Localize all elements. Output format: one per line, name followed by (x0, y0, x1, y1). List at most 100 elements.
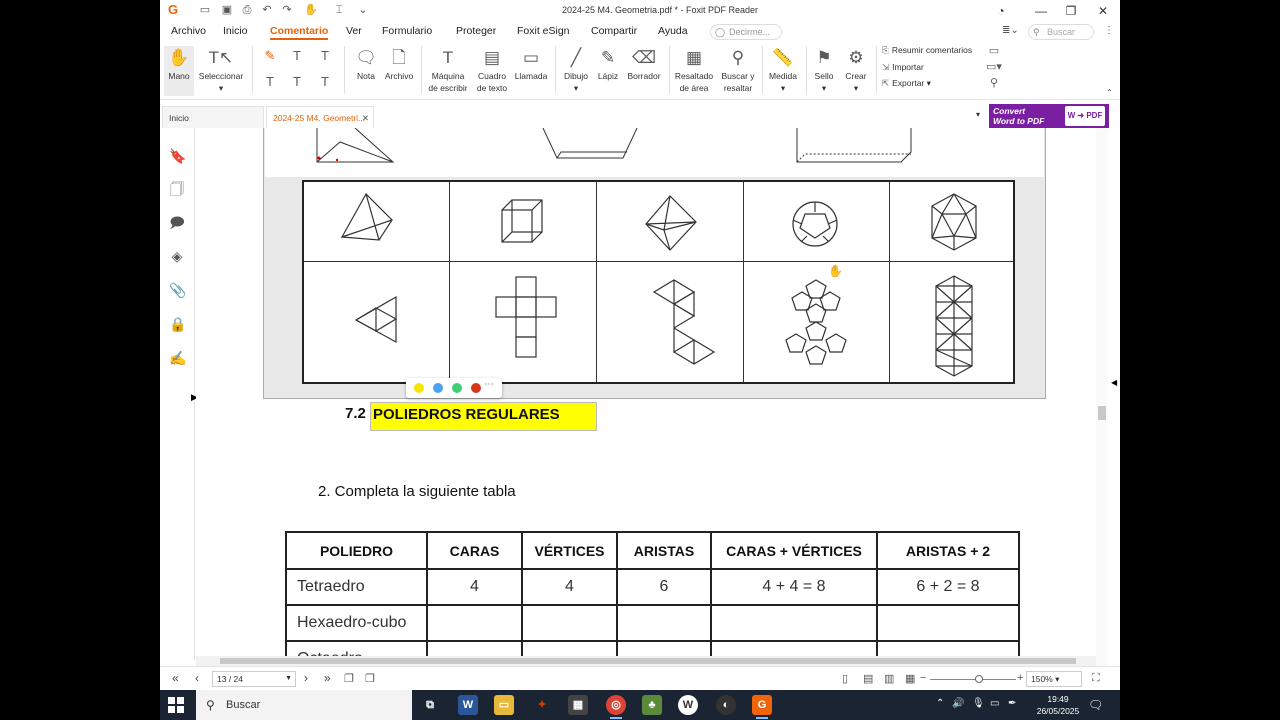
last-page-icon[interactable]: » (324, 671, 331, 685)
menu-proteger[interactable]: Proteger (456, 25, 496, 37)
replace-text-icon[interactable]: T (289, 74, 305, 89)
attachment-icon[interactable]: 📎 (169, 282, 186, 298)
typewriter-button[interactable]: T Máquina de escribir (426, 46, 470, 94)
comment-list-icon[interactable]: ▭ (986, 44, 1002, 57)
stamp-button[interactable]: ⚑ Sello ▾ (810, 46, 838, 94)
volume-icon[interactable]: 🔊 (952, 698, 964, 709)
customize-chevron-icon[interactable]: ⌄ (356, 3, 370, 17)
show-hidden-icons-icon[interactable]: ⌃ (936, 698, 944, 709)
foxit-taskbar-icon[interactable]: G (752, 695, 772, 719)
hand-tool-button[interactable]: ✋ Mano (164, 46, 194, 96)
app-icon[interactable]: W (678, 695, 698, 715)
color-yellow-swatch[interactable] (414, 383, 424, 393)
create-button[interactable]: ⚙ Crear ▾ (842, 46, 870, 94)
color-green-swatch[interactable] (452, 383, 462, 393)
zoom-in-icon[interactable]: + (1017, 672, 1023, 684)
pen-icon[interactable]: ✒ (1008, 698, 1016, 709)
page-number-field[interactable]: 13 / 24 ▼ (212, 671, 296, 687)
task-view-icon[interactable]: ⧉ (420, 695, 440, 715)
facing-pages-icon[interactable]: ▥ (884, 672, 894, 685)
pencil-button[interactable]: ✎ Lápiz (594, 46, 622, 82)
save-icon[interactable]: ▣ (220, 3, 234, 17)
more-options-icon[interactable]: ⋮ (1104, 25, 1114, 36)
notifications-icon[interactable]: 🗨 (1088, 698, 1103, 712)
app-icon[interactable]: ♣ (642, 695, 662, 715)
taskbar-search[interactable]: ⚲ Buscar (196, 690, 412, 720)
strikeout-text-icon[interactable]: T (289, 48, 305, 63)
document-view[interactable]: ⋯ 7.2 POLIEDROS REGULARES 2. Completa la… (196, 128, 1096, 656)
zoom-level-field[interactable]: 150% ▾ (1026, 671, 1082, 687)
convert-word-to-pdf-banner[interactable]: Convert Word to PDF W ➜ PDF (989, 104, 1109, 128)
word-app-icon[interactable]: W (458, 695, 478, 715)
measure-button[interactable]: 📏 Medida ▾ (766, 46, 800, 94)
microphone-icon[interactable]: 🎙 (972, 698, 985, 709)
minimize-button[interactable]: — (1030, 2, 1052, 20)
zoom-slider-knob[interactable] (975, 675, 983, 683)
menu-foxit-esign[interactable]: Foxit eSign (517, 25, 570, 37)
undo-icon[interactable]: ↶ (260, 3, 274, 17)
import-button[interactable]: ⇲ Importar (882, 62, 924, 73)
color-red-swatch[interactable] (471, 383, 481, 393)
menu-ayuda[interactable]: Ayuda (658, 25, 688, 37)
horizontal-scrollbar[interactable] (196, 656, 1096, 666)
fullscreen-icon[interactable]: ⛶ (1092, 672, 1100, 685)
close-button[interactable]: ✕ (1092, 2, 1114, 20)
zoom-slider[interactable] (930, 679, 1016, 680)
chrome-icon[interactable]: ◎ (606, 695, 626, 719)
windows-start-icon[interactable] (168, 697, 184, 713)
bookmark-icon[interactable]: 🔖 (169, 148, 186, 164)
first-page-icon[interactable]: « (172, 671, 179, 685)
note-button[interactable]: 🗨 Nota (352, 46, 380, 82)
pages-icon[interactable]: 🗍 (169, 181, 185, 197)
horizontal-scroll-thumb[interactable] (220, 658, 1076, 664)
menu-formulario[interactable]: Formulario (382, 25, 432, 37)
zoom-out-icon[interactable]: − (920, 672, 926, 684)
tab-list-dropdown-icon[interactable]: ▾ (976, 110, 980, 119)
calculator-icon[interactable]: ▦ (568, 695, 588, 715)
security-icon[interactable]: 🔒 (169, 316, 186, 332)
collapse-right-panel-icon[interactable]: ◀ (1111, 378, 1117, 387)
tell-me-box[interactable]: ◯ Decirme... (710, 24, 782, 40)
more-options-icon[interactable]: ⋯ (484, 379, 494, 390)
menu-inicio[interactable]: Inicio (223, 25, 248, 37)
comments-icon[interactable]: 🗩 (169, 214, 185, 230)
summarize-comments-button[interactable]: ⎘ Resumir comentarios (882, 45, 972, 56)
search-input[interactable]: ⚲ Buscar (1028, 24, 1094, 40)
squiggly-text-icon[interactable]: T (262, 74, 278, 89)
menu-archivo[interactable]: Archivo (171, 25, 206, 37)
tab-inicio[interactable]: Inicio (162, 106, 264, 128)
clock[interactable]: 19:49 26/05/2025 (1032, 693, 1084, 717)
menu-compartir[interactable]: Compartir (591, 25, 637, 37)
comment-filter-icon[interactable]: ▭▾ (986, 60, 1002, 73)
callout-button[interactable]: ▭ Llamada (512, 46, 550, 82)
section-title-highlighted[interactable]: POLIEDROS REGULARES (370, 402, 597, 431)
collapse-ribbon-icon[interactable]: ⌃ (1106, 88, 1113, 97)
insert-text-icon[interactable]: T (317, 74, 333, 89)
signature-icon[interactable]: ✍ (169, 350, 186, 366)
underline-text-icon[interactable]: T (317, 48, 333, 63)
menu-ver[interactable]: Ver (346, 25, 362, 37)
search-options-icon[interactable]: ≣⌄ (1002, 25, 1019, 36)
tab-document[interactable]: 2024-25 M4. Geometri... ✕ (266, 106, 374, 128)
highlight-text-icon[interactable]: ✎ (262, 48, 278, 64)
app-icon[interactable]: ✦ (532, 695, 552, 715)
restore-button[interactable]: ❐ (1060, 2, 1082, 20)
pin-icon[interactable]: ⚲ (986, 76, 1002, 89)
area-highlight-button[interactable]: ▦ Resaltado de área (672, 46, 716, 94)
drawing-button[interactable]: ╱ Dibujo ▾ (560, 46, 592, 94)
menu-comentario[interactable]: Comentario (270, 25, 329, 40)
textbox-button[interactable]: ▤ Cuadro de texto (474, 46, 510, 94)
account-icon[interactable]: ◔ (990, 2, 1012, 20)
app-icon[interactable]: ◐ (716, 695, 736, 715)
print-icon[interactable]: ⎙ (240, 3, 254, 17)
vertical-scrollbar[interactable] (1096, 128, 1108, 666)
export-button[interactable]: ⇱ Exportar ▾ (882, 78, 931, 89)
eraser-button[interactable]: ⌫ Borrador (624, 46, 664, 82)
hand-tool-icon[interactable]: ✋ (304, 3, 318, 17)
open-icon[interactable]: ▭ (198, 3, 212, 17)
close-tab-icon[interactable]: ✕ (362, 107, 369, 129)
insert-page-icon[interactable]: ❐ (365, 672, 375, 685)
vertical-scroll-thumb[interactable] (1098, 406, 1106, 420)
redo-icon[interactable]: ↷ (280, 3, 294, 17)
color-blue-swatch[interactable] (433, 383, 443, 393)
